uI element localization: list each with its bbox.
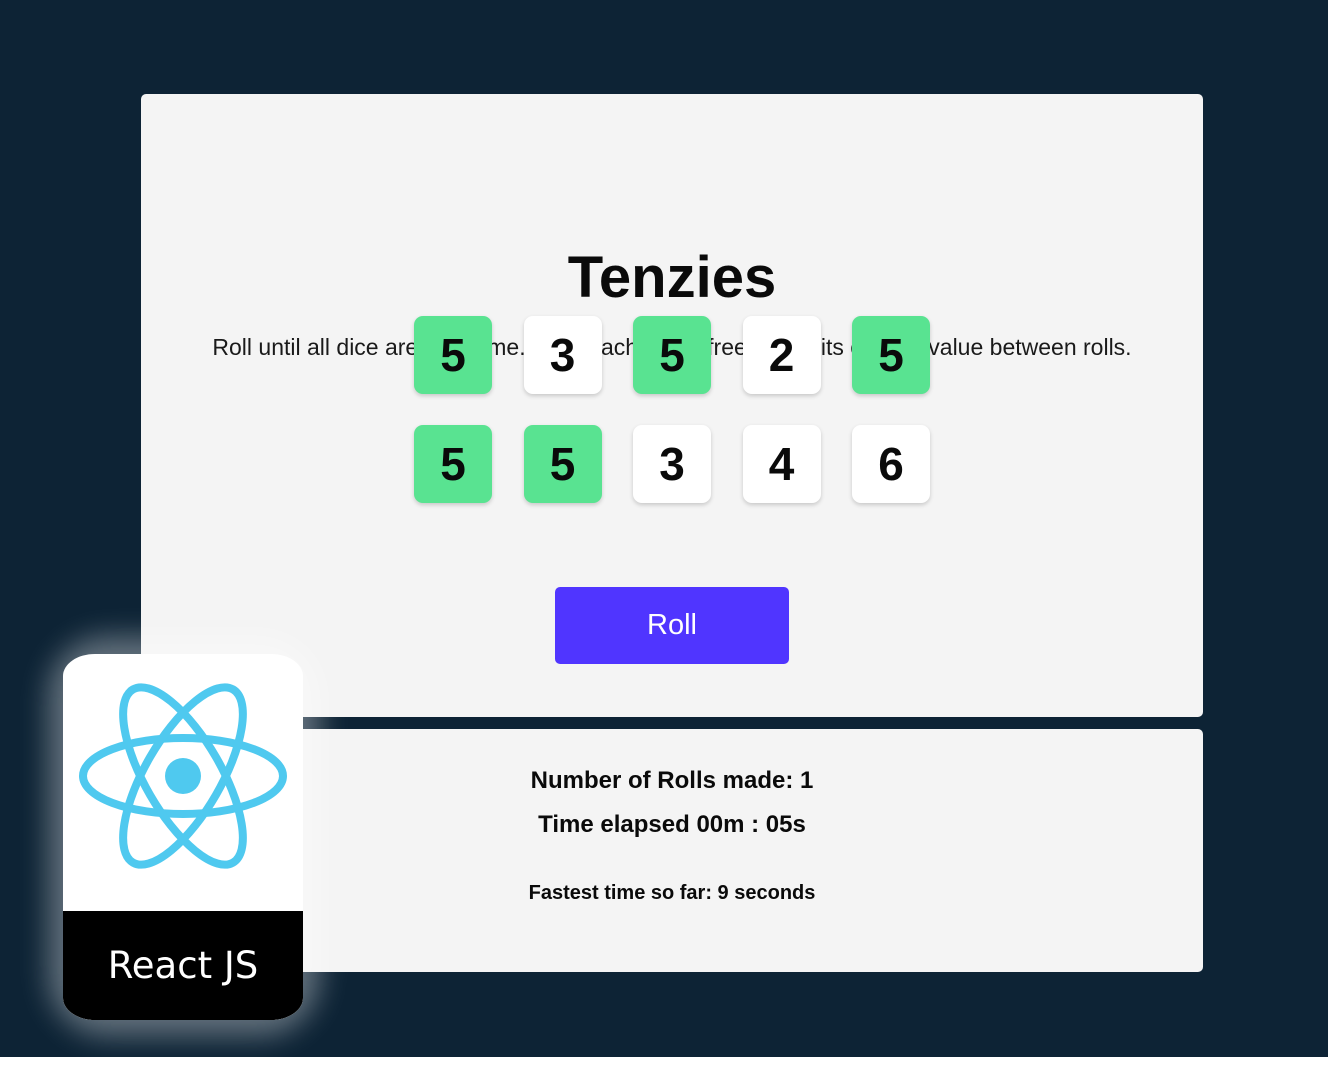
react-badge: React JS (63, 654, 303, 1020)
die-10[interactable]: 6 (852, 425, 930, 503)
die-2[interactable]: 3 (523, 316, 602, 394)
die-7[interactable]: 5 (523, 425, 602, 503)
die-1[interactable]: 5 (414, 316, 492, 394)
die-4[interactable]: 2 (742, 316, 821, 394)
dice-grid: 5 3 5 2 5 5 5 3 4 6 (414, 316, 930, 503)
roll-button[interactable]: Roll (555, 587, 789, 664)
page-title: Tenzies (567, 245, 777, 310)
react-atom-icon (79, 683, 287, 869)
die-8[interactable]: 3 (633, 425, 711, 503)
die-6[interactable]: 5 (414, 425, 492, 503)
die-5[interactable]: 5 (852, 316, 930, 394)
die-3[interactable]: 5 (633, 316, 711, 394)
die-9[interactable]: 4 (742, 425, 821, 503)
badge-label: React JS (63, 911, 303, 1020)
